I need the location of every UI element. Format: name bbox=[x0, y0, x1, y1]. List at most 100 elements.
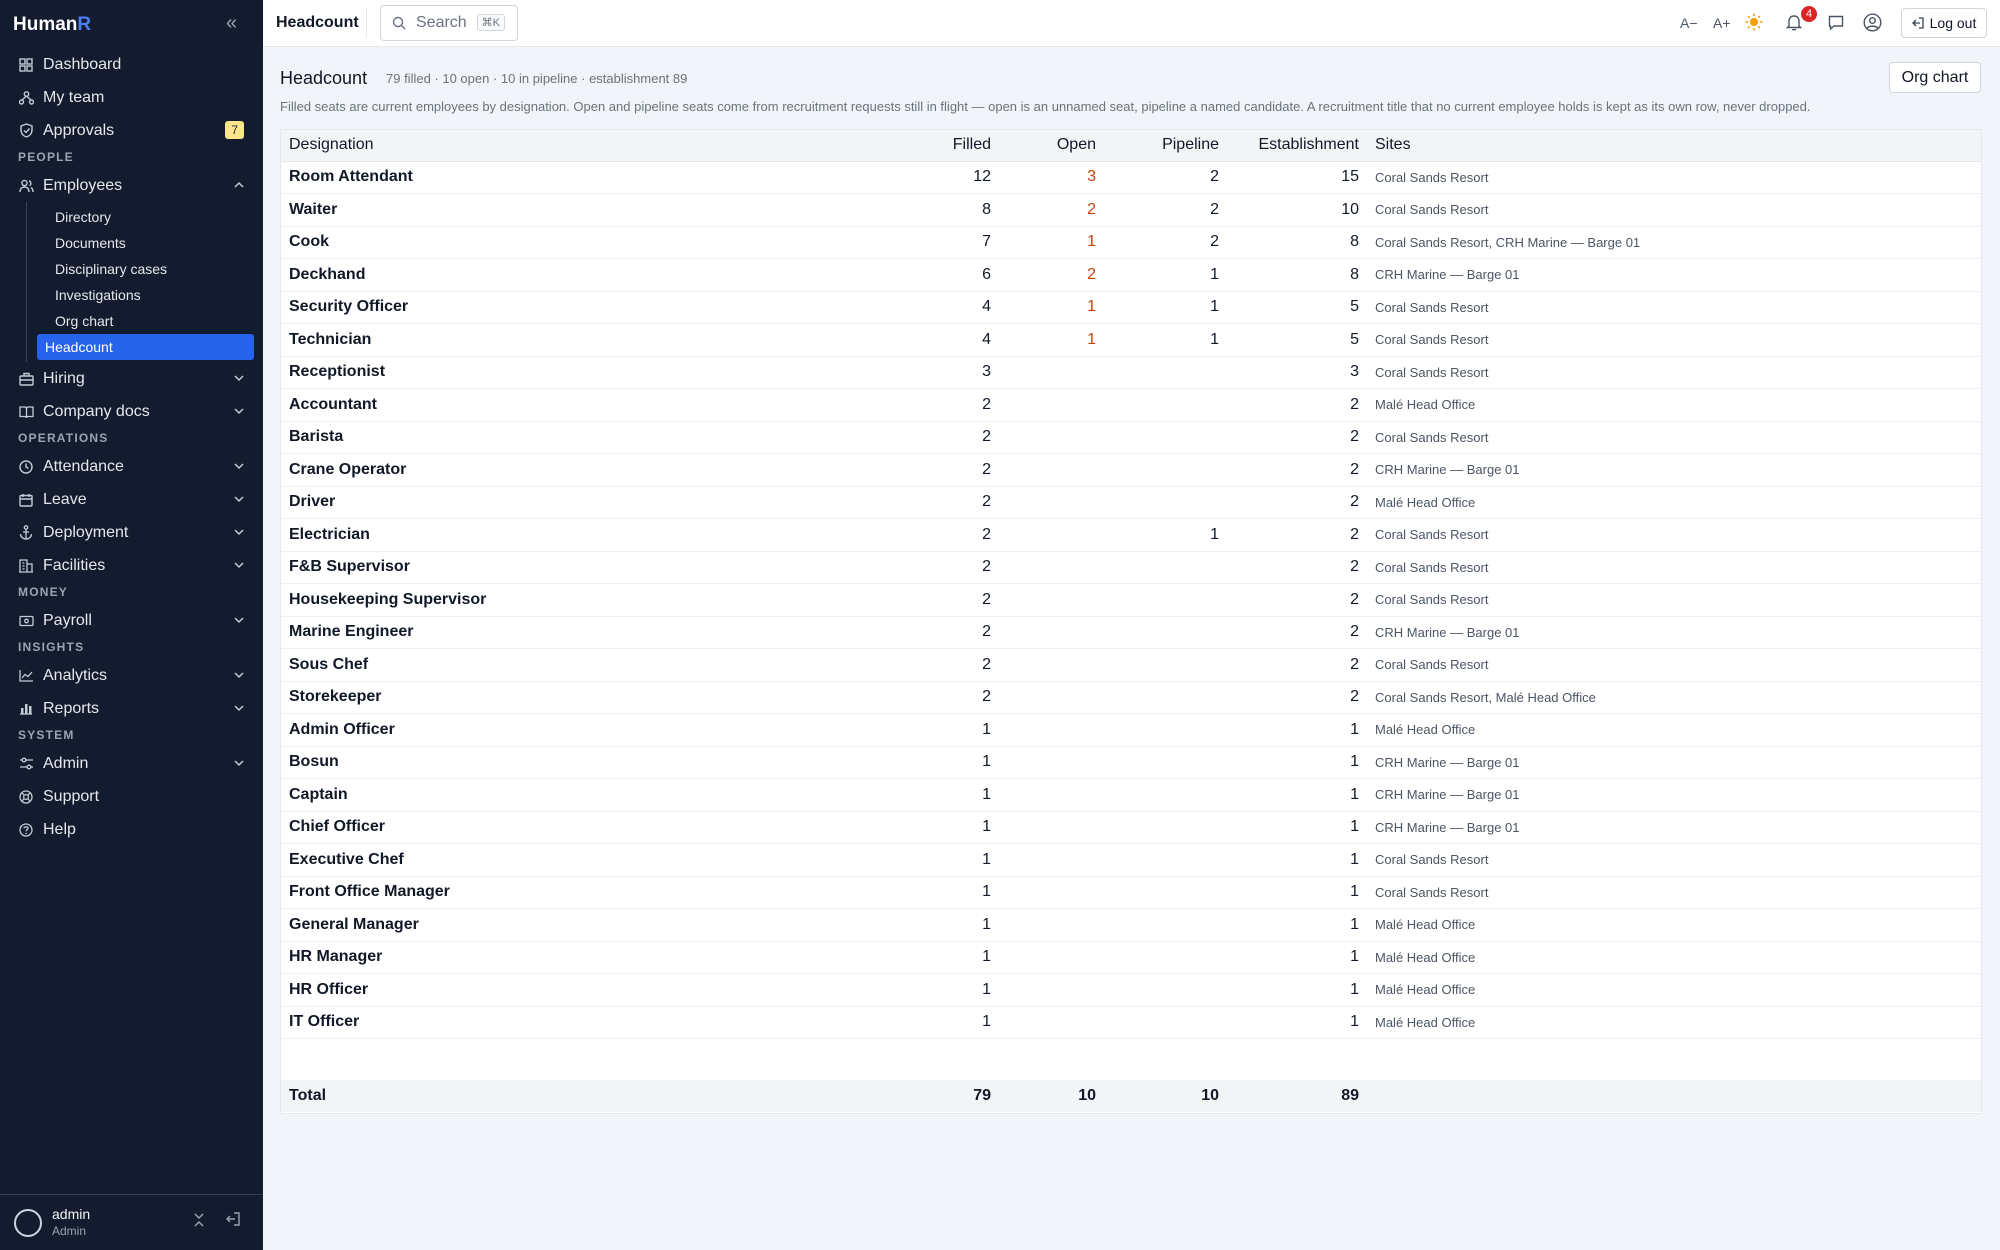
column-header-filled[interactable]: Filled bbox=[894, 130, 999, 162]
logout-button[interactable]: Log out bbox=[1901, 8, 1987, 38]
sidebar-subitem-org-chart[interactable]: Org chart bbox=[37, 308, 254, 334]
cell-designation: Sous Chef bbox=[281, 648, 894, 682]
table-row[interactable]: F&B Supervisor 2 2 Coral Sands Resort bbox=[281, 551, 1981, 584]
sidebar-item-approvals[interactable]: Approvals 7 bbox=[0, 114, 263, 147]
search-button[interactable]: Search ⌘K bbox=[380, 5, 518, 41]
sun-icon[interactable] bbox=[1745, 13, 1763, 34]
table-row[interactable]: Cook 7 1 2 8 Coral Sands Resort, CRH Marine —… bbox=[281, 226, 1981, 259]
cell-establishment: 5 bbox=[1227, 323, 1367, 357]
table-row[interactable]: Front Office Manager 1 1 Coral Sands Resort bbox=[281, 876, 1981, 909]
org-chart-button[interactable]: Org chart bbox=[1889, 62, 1981, 93]
column-header-pipeline[interactable]: Pipeline bbox=[1104, 130, 1227, 162]
cell-designation: F&B Supervisor bbox=[281, 551, 894, 584]
sidebar-item-support[interactable]: Support bbox=[0, 780, 263, 813]
table-row[interactable]: Security Officer 4 1 1 5 Coral Sands Resort bbox=[281, 291, 1981, 324]
table-row[interactable]: Receptionist 3 3 Coral Sands Resort bbox=[281, 356, 1981, 389]
sidebar-item-payroll[interactable]: Payroll bbox=[0, 604, 263, 637]
clock-icon bbox=[18, 459, 34, 475]
cell-filled: 12 bbox=[894, 161, 999, 194]
cell-pipeline: 1 bbox=[1104, 518, 1227, 552]
cell-pipeline: 2 bbox=[1104, 226, 1227, 259]
sidebar-item-analytics[interactable]: Analytics bbox=[0, 659, 263, 692]
headcount-table-container[interactable]: Designation Filled Open Pipeline Establi… bbox=[280, 129, 1982, 1114]
table-row[interactable]: Executive Chef 1 1 Coral Sands Resort bbox=[281, 843, 1981, 877]
notification-count-badge: 4 bbox=[1801, 6, 1817, 22]
sidebar-item-label: Facilities bbox=[43, 556, 106, 574]
table-row[interactable]: Barista 2 2 Coral Sands Resort bbox=[281, 421, 1981, 454]
sidebar-subitem-documents[interactable]: Documents bbox=[37, 230, 254, 256]
sidebar-subitem-disciplinary-cases[interactable]: Disciplinary cases bbox=[37, 256, 254, 282]
table-row[interactable]: Electrician 2 1 2 Coral Sands Resort bbox=[281, 518, 1981, 552]
bell-icon[interactable] bbox=[1785, 14, 1803, 34]
cell-designation: General Manager bbox=[281, 908, 894, 942]
table-row[interactable]: Housekeeping Supervisor 2 2 Coral Sands Res… bbox=[281, 583, 1981, 617]
sidebar-subitem-directory[interactable]: Directory bbox=[37, 204, 254, 230]
cell-sites: Malé Head Office bbox=[1367, 713, 1981, 747]
cell-establishment: 8 bbox=[1227, 258, 1367, 292]
table-row[interactable]: Accountant 2 2 Malé Head Office bbox=[281, 388, 1981, 422]
cell-filled: 4 bbox=[894, 323, 999, 357]
cell-sites: CRH Marine — Barge 01 bbox=[1367, 778, 1981, 812]
table-row[interactable]: Chief Officer 1 1 CRH Marine — Barge 01 bbox=[281, 811, 1981, 844]
sidebar-item-reports[interactable]: Reports bbox=[0, 692, 263, 725]
table-row[interactable]: Waiter 8 2 2 10 Coral Sands Resort bbox=[281, 193, 1981, 227]
chevron-down-icon bbox=[233, 371, 245, 389]
sidebar-subitem-investigations[interactable]: Investigations bbox=[37, 282, 254, 308]
sidebar-item-deployment[interactable]: Deployment bbox=[0, 516, 263, 549]
cell-sites: Malé Head Office bbox=[1367, 486, 1981, 519]
account-icon[interactable] bbox=[1863, 13, 1882, 35]
table-row[interactable]: Driver 2 2 Malé Head Office bbox=[281, 486, 1981, 519]
sidebar-item-employees[interactable]: Employees bbox=[0, 169, 263, 202]
table-row[interactable]: HR Officer 1 1 Malé Head Office bbox=[281, 973, 1981, 1007]
sidebar-item-label: Help bbox=[43, 820, 76, 838]
decrease-font-button[interactable]: A− bbox=[1680, 15, 1698, 31]
cell-establishment: 10 bbox=[1227, 193, 1367, 227]
brand-logo[interactable]: HumanR bbox=[13, 14, 91, 36]
table-row[interactable]: Crane Operator 2 2 CRH Marine — Barge 01 bbox=[281, 453, 1981, 487]
cell-establishment: 1 bbox=[1227, 908, 1367, 942]
sidebar-item-attendance[interactable]: Attendance bbox=[0, 450, 263, 483]
table-row[interactable]: Deckhand 6 2 1 8 CRH Marine — Barge 01 bbox=[281, 258, 1981, 292]
sidebar-item-facilities[interactable]: Facilities bbox=[0, 549, 263, 582]
calendar-icon bbox=[18, 492, 34, 508]
increase-font-button[interactable]: A+ bbox=[1713, 15, 1731, 31]
table-row[interactable]: IT Officer 1 1 Malé Head Office bbox=[281, 1006, 1981, 1039]
headcount-table: Designation Filled Open Pipeline Establi… bbox=[281, 130, 1981, 1039]
expand-collapse-icon[interactable] bbox=[192, 1213, 206, 1232]
table-row[interactable]: Storekeeper 2 2 Coral Sands Resort, Malé He… bbox=[281, 681, 1981, 714]
table-row[interactable]: Bosun 1 1 CRH Marine — Barge 01 bbox=[281, 746, 1981, 779]
table-row[interactable]: Technician 4 1 1 5 Coral Sands Resort bbox=[281, 323, 1981, 357]
cell-filled: 2 bbox=[894, 388, 999, 422]
cell-pipeline bbox=[1104, 1006, 1227, 1039]
cell-pipeline bbox=[1104, 388, 1227, 422]
sidebar-item-leave[interactable]: Leave bbox=[0, 483, 263, 516]
table-row[interactable]: Captain 1 1 CRH Marine — Barge 01 bbox=[281, 778, 1981, 812]
cell-filled: 2 bbox=[894, 583, 999, 617]
table-row[interactable]: Admin Officer 1 1 Malé Head Office bbox=[281, 713, 1981, 747]
table-row[interactable]: HR Manager 1 1 Malé Head Office bbox=[281, 941, 1981, 974]
table-row[interactable]: Marine Engineer 2 2 CRH Marine — Barge 01 bbox=[281, 616, 1981, 649]
sidebar-item-my-team[interactable]: My team bbox=[0, 81, 263, 114]
column-header-open[interactable]: Open bbox=[999, 130, 1104, 162]
column-header-establishment[interactable]: Establishment bbox=[1227, 130, 1367, 162]
cell-filled: 2 bbox=[894, 551, 999, 584]
sidebar-item-hiring[interactable]: Hiring bbox=[0, 362, 263, 395]
sign-out-icon[interactable] bbox=[226, 1212, 240, 1231]
sidebar-item-label: My team bbox=[43, 88, 105, 106]
table-row[interactable]: Room Attendant 12 3 2 15 Coral Sands Resort bbox=[281, 161, 1981, 194]
sidebar-item-company-docs[interactable]: Company docs bbox=[0, 395, 263, 428]
avatar[interactable] bbox=[14, 1209, 42, 1237]
sidebar-item-admin[interactable]: Admin bbox=[0, 747, 263, 780]
cell-establishment: 2 bbox=[1227, 518, 1367, 552]
trend-chart-icon bbox=[18, 668, 34, 684]
table-row[interactable]: Sous Chef 2 2 Coral Sands Resort bbox=[281, 648, 1981, 682]
sidebar-item-help[interactable]: Help bbox=[0, 813, 263, 846]
column-header-sites[interactable]: Sites bbox=[1367, 130, 1981, 162]
cell-open bbox=[999, 778, 1104, 812]
message-icon[interactable] bbox=[1828, 15, 1844, 34]
sidebar-item-dashboard[interactable]: Dashboard bbox=[0, 48, 263, 81]
sidebar-subitem-headcount[interactable]: Headcount bbox=[37, 334, 254, 360]
collapse-sidebar-icon[interactable]: « bbox=[226, 12, 237, 35]
column-header-designation[interactable]: Designation bbox=[281, 130, 894, 162]
table-row[interactable]: General Manager 1 1 Malé Head Office bbox=[281, 908, 1981, 942]
